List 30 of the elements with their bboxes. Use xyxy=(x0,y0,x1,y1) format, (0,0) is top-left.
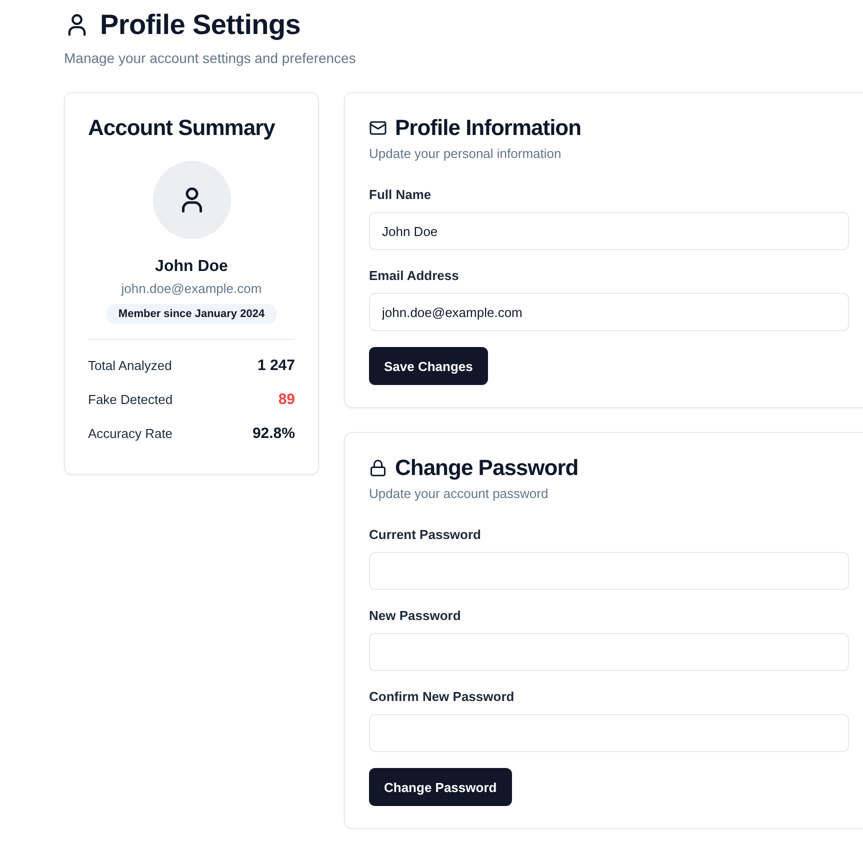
field-label: Full Name xyxy=(369,187,432,202)
stat-value: 92.8% xyxy=(252,424,295,442)
stat-value: 89 xyxy=(278,390,295,408)
stat-value: 1 247 xyxy=(257,356,295,374)
stat-label: Total Analyzed xyxy=(88,358,172,372)
card-title: Profile Information xyxy=(395,115,582,141)
input-field[interactable] xyxy=(369,633,849,671)
stat-label: Accuracy Rate xyxy=(88,426,173,440)
member-badge: Member since January 2024 xyxy=(106,304,277,324)
field-label: Confirm New Password xyxy=(369,689,516,704)
page-subtitle: Manage your account settings and preferences xyxy=(64,50,357,66)
page-title: Profile Settings xyxy=(100,9,301,41)
field-label: New Password xyxy=(369,608,462,623)
user-name: John Doe xyxy=(155,258,228,276)
card-subtitle: Update your personal information xyxy=(369,146,562,161)
input-field[interactable]: john.doe@example.com xyxy=(369,293,849,331)
lock-icon xyxy=(369,459,387,477)
input-field[interactable] xyxy=(369,552,849,590)
card-subtitle: Update your account password xyxy=(369,486,550,501)
card-title: Account Summary xyxy=(88,115,275,141)
card-title: Change Password xyxy=(395,455,578,481)
mail-icon xyxy=(369,119,387,137)
submit-button[interactable]: Save Changes xyxy=(369,347,488,385)
input-field[interactable]: John Doe xyxy=(369,212,849,250)
stat-label: Fake Detected xyxy=(88,392,173,406)
user-email: john.doe@example.com xyxy=(121,281,262,296)
field-label: Email Address xyxy=(369,268,460,283)
field-label: Current Password xyxy=(369,527,482,542)
input-field[interactable] xyxy=(369,714,849,752)
submit-button[interactable]: Change Password xyxy=(369,768,512,806)
